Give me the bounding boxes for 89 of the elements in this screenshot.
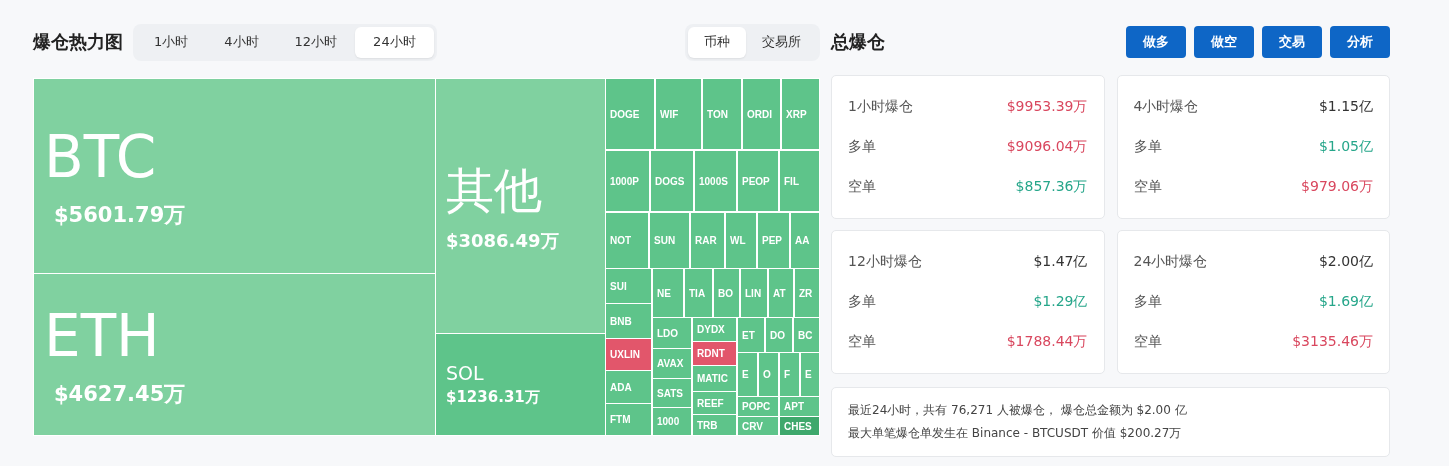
- treemap-tile[interactable]: TIA: [684, 268, 713, 318]
- period-tab[interactable]: 4小时: [206, 26, 277, 58]
- treemap-tile[interactable]: 其他 $3086.49万: [435, 78, 606, 334]
- treemap-tile[interactable]: SUI: [605, 268, 652, 304]
- stat-value: $1.29亿: [1033, 293, 1088, 311]
- totals-title: 总爆仓: [831, 30, 885, 54]
- stat-value: $1.15亿: [1318, 98, 1373, 116]
- stat-value: $2.00亿: [1318, 253, 1373, 271]
- treemap-tile[interactable]: ET: [737, 317, 765, 353]
- stat-value: $979.06万: [1301, 178, 1373, 196]
- treemap-tile[interactable]: BNB: [605, 303, 652, 339]
- treemap-tile[interactable]: WL: [725, 212, 757, 269]
- treemap-tile[interactable]: FIL: [779, 150, 820, 212]
- stat-value: $1.69亿: [1318, 293, 1373, 311]
- treemap-tile[interactable]: LDO: [652, 317, 692, 349]
- period-tab[interactable]: 1小时: [136, 26, 207, 58]
- stat-label: 4小时爆仓: [1133, 98, 1199, 116]
- treemap-tile[interactable]: 1000: [652, 407, 692, 436]
- stat-value: $9953.39万: [1006, 98, 1088, 116]
- action-button[interactable]: 做多: [1126, 26, 1186, 58]
- treemap-tile[interactable]: O: [758, 352, 779, 397]
- stat-label: 1小时爆仓: [848, 98, 913, 116]
- treemap-tile[interactable]: TON: [702, 78, 742, 150]
- treemap-tile[interactable]: AT: [768, 268, 794, 318]
- stat-label: 多单: [1133, 293, 1162, 311]
- heatmap-title: 爆仓热力图: [33, 30, 123, 54]
- stat-value: $1788.44万: [1006, 333, 1088, 351]
- treemap-tile[interactable]: DOGS: [650, 150, 694, 212]
- action-button[interactable]: 交易: [1262, 26, 1322, 58]
- treemap-tile[interactable]: UXLIN: [605, 338, 652, 371]
- treemap-tile[interactable]: CHES: [779, 416, 820, 436]
- treemap-tile[interactable]: DYDX: [692, 317, 737, 342]
- treemap-tile[interactable]: BO: [713, 268, 740, 318]
- treemap-tile[interactable]: ZR: [794, 268, 820, 318]
- treemap-tile[interactable]: PEP: [757, 212, 790, 269]
- treemap-tile[interactable]: 1000P: [605, 150, 650, 212]
- stat-value: $1.47亿: [1033, 253, 1088, 271]
- treemap-tile[interactable]: REEF: [692, 391, 737, 415]
- stat-label: 多单: [848, 293, 876, 311]
- stat-label: 多单: [1133, 138, 1162, 156]
- treemap-tile[interactable]: SOL $1236.31万: [435, 333, 606, 436]
- treemap-tile[interactable]: TRB: [692, 414, 737, 436]
- treemap-tile[interactable]: E: [800, 352, 820, 397]
- summary-text: 最近24小时，共有 76,271 人被爆仓， 爆仓总金额为 $2.00 亿: [848, 402, 1188, 419]
- treemap-tile[interactable]: LIN: [740, 268, 768, 318]
- stat-label: 多单: [848, 138, 876, 156]
- treemap-tile[interactable]: ADA: [605, 370, 652, 404]
- treemap-tile[interactable]: NE: [652, 268, 684, 318]
- treemap-tile[interactable]: POPC: [737, 396, 779, 417]
- treemap-tile[interactable]: F: [779, 352, 800, 397]
- action-button[interactable]: 做空: [1194, 26, 1254, 58]
- treemap-tile[interactable]: AVAX: [652, 348, 692, 379]
- stat-label: 空单: [1133, 178, 1162, 196]
- stat-value: $9096.04万: [1006, 138, 1088, 156]
- treemap-tile[interactable]: AA: [790, 212, 820, 269]
- period-tab[interactable]: 12小时: [276, 26, 356, 58]
- action-button[interactable]: 分析: [1330, 26, 1390, 58]
- treemap-tile[interactable]: SATS: [652, 378, 692, 408]
- treemap-tile[interactable]: 1000S: [694, 150, 737, 212]
- treemap-tile[interactable]: CRV: [737, 416, 779, 436]
- stat-value: $3135.46万: [1292, 333, 1373, 351]
- treemap-tile[interactable]: RDNT: [692, 341, 737, 366]
- summary-text: 最大单笔爆仓单发生在 Binance - BTCUSDT 价值 $200.27万: [848, 425, 1183, 442]
- stat-label: 空单: [848, 333, 876, 351]
- stat-label: 空单: [1133, 333, 1162, 351]
- treemap-tile[interactable]: WIF: [655, 78, 702, 150]
- grouping-tab[interactable]: 币种: [688, 26, 746, 58]
- treemap-tile[interactable]: NOT: [605, 212, 649, 269]
- stat-value: $857.36万: [1015, 178, 1088, 196]
- treemap-tile[interactable]: DOGE: [605, 78, 655, 150]
- treemap-tile[interactable]: E: [737, 352, 758, 397]
- stat-label: 24小时爆仓: [1133, 253, 1208, 271]
- treemap-tile[interactable]: ETH $4627.45万: [33, 273, 436, 436]
- treemap-tile[interactable]: APT: [779, 396, 820, 417]
- treemap-tile[interactable]: XRP: [781, 78, 820, 150]
- treemap-tile[interactable]: DO: [765, 317, 793, 353]
- stat-label: 空单: [848, 178, 876, 196]
- grouping-tab[interactable]: 交易所: [746, 26, 817, 58]
- stat-value: $1.05亿: [1318, 138, 1373, 156]
- treemap-tile[interactable]: BC: [793, 317, 820, 353]
- stat-label: 12小时爆仓: [848, 253, 922, 271]
- treemap-tile[interactable]: ORDI: [742, 78, 781, 150]
- treemap-tile[interactable]: BTC $5601.79万: [33, 78, 436, 274]
- period-tab[interactable]: 24小时: [355, 26, 434, 58]
- treemap-tile[interactable]: RAR: [690, 212, 725, 269]
- treemap-tile[interactable]: FTM: [605, 403, 652, 436]
- treemap-tile[interactable]: MATIC: [692, 365, 737, 392]
- treemap-tile[interactable]: PEOP: [737, 150, 779, 212]
- treemap-tile[interactable]: SUN: [649, 212, 690, 269]
